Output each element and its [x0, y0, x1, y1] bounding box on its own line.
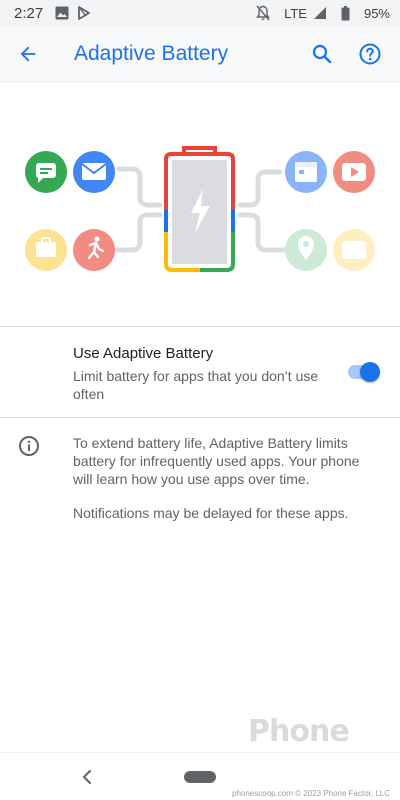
- adaptive-battery-toggle[interactable]: [346, 360, 382, 384]
- maps-app-icon: [285, 229, 327, 271]
- page-title: Adaptive Battery: [74, 41, 229, 65]
- battery-percent: 95%: [363, 5, 390, 21]
- search-icon: [312, 44, 332, 63]
- work-app-icon: [25, 229, 67, 271]
- calendar-app-icon: [285, 151, 327, 193]
- toggle-thumb: [360, 362, 380, 382]
- setting-title: Use Adaptive Battery: [73, 345, 214, 362]
- email-app-icon: [73, 151, 115, 193]
- help-button[interactable]: [346, 30, 394, 78]
- back-button[interactable]: [4, 30, 52, 78]
- battery-graphic: [164, 146, 235, 272]
- help-icon: [359, 43, 381, 64]
- battery-icon: [341, 5, 350, 21]
- search-button[interactable]: [298, 30, 346, 78]
- copyright-text: phonescoop.com © 2023 Phone Factor, LLC: [232, 789, 390, 798]
- signal-icon: [313, 6, 327, 20]
- image-icon: [55, 6, 69, 20]
- info-text: To extend battery life, Adaptive Battery…: [73, 434, 378, 522]
- info-paragraph: To extend battery life, Adaptive Battery…: [73, 435, 360, 487]
- divider: [0, 417, 400, 418]
- adaptive-battery-illustration: [0, 82, 400, 326]
- fitness-app-icon: [73, 229, 115, 271]
- status-bar: 2:27 LTE 95%: [0, 0, 400, 26]
- arrow-back-icon: [20, 46, 36, 61]
- status-right: LTE 95%: [256, 5, 390, 21]
- use-adaptive-battery-setting[interactable]: Use Adaptive Battery Limit battery for a…: [0, 327, 400, 417]
- info-paragraph: Notifications may be delayed for these a…: [73, 505, 349, 521]
- info-icon: [17, 434, 41, 458]
- messages-app-icon: [25, 151, 67, 193]
- setting-summary: Limit battery for apps that you don’t us…: [73, 368, 319, 402]
- video-app-icon: [333, 151, 375, 193]
- home-pill-icon[interactable]: [184, 771, 216, 783]
- play-store-icon: [77, 6, 91, 20]
- app-bar: Adaptive Battery: [0, 26, 400, 82]
- app-bar-actions: [298, 30, 394, 78]
- status-time: 2:27: [14, 4, 44, 22]
- photos-app-icon: [333, 229, 375, 271]
- nav-back-button[interactable]: [72, 765, 102, 789]
- network-type: LTE: [284, 5, 307, 21]
- nav-back-icon: [83, 770, 91, 784]
- notifications-off-icon: [256, 5, 270, 21]
